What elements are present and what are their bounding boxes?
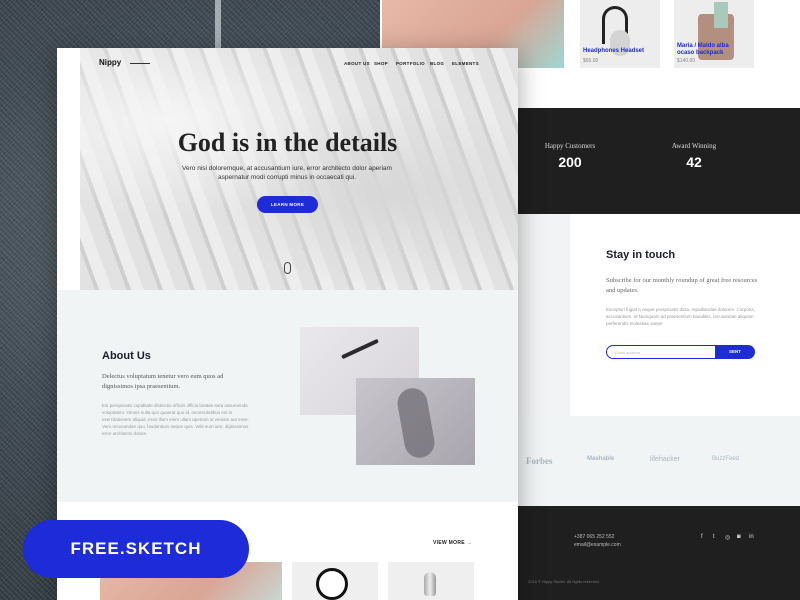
nav-shop[interactable]: SHOP — [374, 61, 388, 66]
about-title: About Us — [102, 350, 151, 362]
nav-elements[interactable]: ELEMENTS — [452, 61, 479, 66]
hand-shape — [341, 338, 379, 360]
newsletter-lead: Subscribe for our monthly roundup of gre… — [606, 277, 758, 294]
site-logo[interactable]: Nippy — [99, 58, 121, 67]
dribbble-icon[interactable]: ◎ — [725, 534, 730, 541]
front-page-mockup: Nippy ABOUT US SHOP PORTFOLIO BLOG ELEME… — [57, 48, 518, 600]
twitter-icon[interactable]: t — [713, 534, 715, 540]
press-logo-buzzfeed: BuzzFeed — [712, 456, 740, 462]
about-lead: Delectus voluptatum tenetur vero eum quo… — [102, 373, 224, 390]
about-photo-hands — [356, 378, 475, 465]
product-name[interactable]: Headphones Headset — [583, 48, 644, 55]
product-price: $65.00 — [583, 58, 599, 64]
stat-label: Award Winning — [671, 142, 717, 150]
hero-title: God is in the details — [177, 128, 398, 157]
hero-subtitle: Vero nisi doloremque, at accusantium iur… — [182, 165, 392, 181]
stat-label: Happy Customers — [544, 142, 596, 150]
spoon-shape — [424, 572, 436, 596]
nav-about-us[interactable]: ABOUT US — [344, 61, 370, 66]
product-card-clock[interactable] — [292, 562, 378, 600]
nav-portfolio[interactable]: PORTFOLIO — [396, 61, 425, 66]
newsletter-title: Stay in touch — [606, 249, 676, 261]
free-sketch-badge: FREE.SKETCH — [23, 520, 249, 578]
footer-phone: +387 065 252 552 — [574, 534, 615, 540]
sent-button[interactable]: SENT — [715, 345, 755, 359]
product-price: $140.00 — [677, 58, 696, 64]
hand-shape — [395, 385, 437, 461]
email-field[interactable]: Email address — [606, 345, 716, 359]
newsletter-section: Stay in touch Subscribe for our monthly … — [570, 214, 800, 416]
press-logo-mashable: Mashable — [587, 456, 615, 462]
linkedin-icon[interactable]: in — [749, 534, 754, 540]
footer-email[interactable]: email@example.com — [574, 542, 621, 548]
newsletter-body: Excepturi fugiat a neque perspiciatis di… — [606, 307, 755, 326]
stat-value: 42 — [686, 154, 702, 170]
facebook-icon[interactable]: f — [701, 534, 703, 540]
product-card-spoon[interactable] — [388, 562, 474, 600]
product-name[interactable]: Maria / Maldo alba ocaso backpack — [677, 43, 747, 57]
footer-copyright: 2016 © Nippy Studio. All rights reserved — [528, 579, 599, 584]
view-more-link[interactable]: VIEW MORE → — [433, 540, 472, 546]
logo-underline — [130, 63, 150, 64]
about-section: About Us Delectus voluptatum tenetur ver… — [57, 290, 518, 502]
stat-value: 200 — [558, 154, 582, 170]
press-logo-lifehacker: lifehacker — [650, 456, 680, 463]
nav-blog[interactable]: BLOG — [430, 61, 444, 66]
instagram-icon[interactable]: ◙ — [737, 534, 741, 540]
about-body: Est perspiciatis cupiditate distinctio o… — [102, 403, 249, 436]
hero-margin — [57, 48, 80, 290]
learn-more-button[interactable]: LEARN MORE — [257, 196, 318, 213]
arrow-right-icon: → — [466, 540, 472, 546]
clock-icon — [316, 568, 348, 600]
press-logo-forbes: Forbes — [526, 456, 553, 466]
scroll-mouse-icon[interactable] — [284, 262, 291, 274]
